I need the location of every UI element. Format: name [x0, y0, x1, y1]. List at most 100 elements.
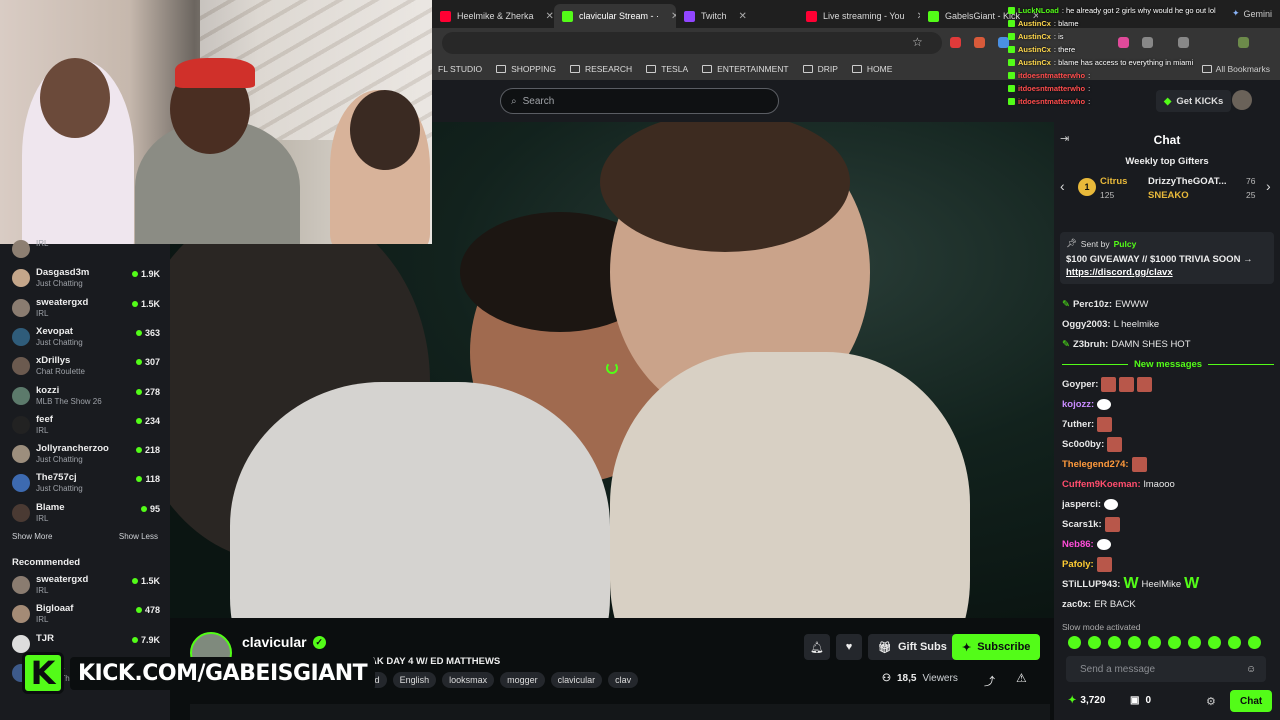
live-dot-icon: [135, 388, 142, 395]
chat-username[interactable]: Thelegend274:: [1062, 459, 1129, 470]
browser-tab[interactable]: clavicular Stream - · ✕: [554, 4, 676, 28]
bookmark-label: HOME: [866, 64, 893, 74]
emote-shortcut[interactable]: [1168, 636, 1181, 649]
stream-tag[interactable]: clav: [608, 672, 639, 688]
report-icon[interactable]: ⚠: [1016, 671, 1027, 685]
emote-shortcut[interactable]: [1128, 636, 1141, 649]
browser-tab[interactable]: Live streaming - You✕: [798, 4, 920, 28]
channel-avatar: [12, 327, 30, 346]
chat-send-button[interactable]: Chat: [1230, 690, 1273, 712]
notification-bell-button[interactable]: 🔔︎: [804, 634, 830, 660]
search-input[interactable]: ⌕ Search: [500, 88, 779, 114]
sidebar-channel[interactable]: Bigloaaf IRL 478: [12, 603, 160, 631]
overlay-chat-text: : there: [1053, 45, 1076, 54]
chat-username[interactable]: Pafoly:: [1062, 559, 1094, 570]
viewer-count: ⚇ 18,5 Viewers: [882, 673, 958, 684]
chat-message: Cuffem9Koeman: lmaooo: [1062, 474, 1274, 494]
emoji-picker-icon[interactable]: ☺: [1246, 664, 1256, 675]
emote-shortcut[interactable]: [1208, 636, 1221, 649]
channel-avatar: [12, 298, 30, 317]
chat-username[interactable]: zac0x:: [1062, 599, 1091, 610]
chevron-right-icon[interactable]: ›: [1266, 178, 1271, 194]
gifter-name[interactable]: DrizzyTheGOAT...: [1148, 176, 1226, 187]
bookmark-star-icon[interactable]: ☆: [912, 35, 923, 49]
emote-shortcut[interactable]: [1188, 636, 1201, 649]
chat-username[interactable]: Neb86:: [1062, 539, 1094, 550]
sidebar-channel[interactable]: Jollyrancherzoo Just Chatting 218: [12, 443, 160, 471]
sidebar-channel[interactable]: xDrillys Chat Roulette 307: [12, 355, 160, 383]
sidebar-channel[interactable]: kozzi MLB The Show 26 278: [12, 385, 160, 413]
chat-username[interactable]: kojozz:: [1062, 399, 1094, 410]
bookmark-label: SHOPPING: [511, 64, 556, 74]
channel-points[interactable]: ✦ 3,720: [1068, 695, 1105, 706]
chevron-left-icon[interactable]: ‹: [1060, 178, 1065, 194]
chat-username[interactable]: Perc10z:: [1073, 299, 1112, 310]
emote-shortcut[interactable]: [1228, 636, 1241, 649]
emote-shortcut[interactable]: [1248, 636, 1261, 649]
bookmark-folder[interactable]: ENTERTAINMENT: [702, 64, 789, 74]
sidebar-channel[interactable]: Xevopat Just Chatting 363: [12, 326, 160, 354]
show-less-button[interactable]: Show Less: [119, 532, 158, 541]
sidebar-channel[interactable]: sweatergxd IRL 1.5K: [12, 297, 160, 325]
sidebar-channel-category: IRL: [36, 513, 49, 523]
chat-username[interactable]: Oggy2003:: [1062, 319, 1111, 330]
stream-tag[interactable]: mogger: [500, 672, 545, 688]
close-icon[interactable]: ✕: [546, 11, 554, 22]
chat-username[interactable]: STiLLUP943:: [1062, 579, 1120, 590]
emote-shortcut[interactable]: [1108, 636, 1121, 649]
browser-tab[interactable]: Twitch ✕: [676, 4, 798, 28]
chat-username[interactable]: 7uther:: [1062, 419, 1094, 430]
drops-counter[interactable]: ▣ 0: [1130, 695, 1151, 706]
bookmark-folder[interactable]: DRIP: [802, 64, 838, 74]
browser-tab[interactable]: Heelmike & Zherka ✕: [432, 4, 554, 28]
chat-username[interactable]: jasperci:: [1062, 499, 1101, 510]
bookmark-folder[interactable]: HOME: [851, 64, 893, 74]
gear-icon[interactable]: ⚙: [1206, 695, 1216, 708]
sidebar-channel-name: feef: [36, 413, 53, 425]
emote-shortcut[interactable]: [1068, 636, 1081, 649]
sidebar-channel-name: sweatergxd: [36, 574, 89, 585]
bookmark-folder[interactable]: RESEARCH: [569, 64, 633, 74]
chat-username[interactable]: Goyper:: [1062, 379, 1098, 390]
chat-input[interactable]: Send a message: [1066, 656, 1266, 682]
gift-subs-button[interactable]: 🎁︎ Gift Subs: [868, 634, 957, 660]
follow-heart-button[interactable]: ♥: [836, 634, 862, 660]
bookmark-folder[interactable]: TESLA: [646, 64, 688, 74]
sidebar-channel[interactable]: feef IRL 234: [12, 414, 160, 442]
stream-tag[interactable]: looksmax: [442, 672, 495, 688]
channel-name[interactable]: clavicular ✓: [242, 634, 326, 650]
sidebar-channel[interactable]: The757cj Just Chatting 118: [12, 472, 160, 500]
sidebar-channel[interactable]: Blame IRL 95: [12, 502, 160, 530]
tab-favicon-icon: [928, 10, 939, 22]
chat-username[interactable]: Cuffem9Koeman:: [1062, 479, 1141, 490]
close-icon[interactable]: ✕: [739, 11, 747, 22]
bookmark-label: RESEARCH: [584, 64, 633, 74]
chat-emote: [1096, 556, 1112, 572]
gifter-name[interactable]: SNEAKO: [1148, 190, 1189, 201]
pinned-link[interactable]: https://discord.gg/clavx: [1066, 267, 1173, 278]
share-icon[interactable]: ⤴: [984, 673, 995, 689]
emote-shortcut[interactable]: [1088, 636, 1101, 649]
address-bar[interactable]: [442, 32, 942, 54]
sidebar-channel[interactable]: Dasgasd3m Just Chatting 1.9K: [12, 267, 160, 295]
speech-bubble-emote: [1096, 538, 1111, 550]
chat-username[interactable]: Z3bruh:: [1073, 339, 1108, 350]
stream-tag[interactable]: clavicular: [550, 672, 603, 688]
subscribe-button[interactable]: ✦ Subscribe: [952, 634, 1041, 660]
sidebar-channel[interactable]: IRL: [12, 238, 160, 266]
webcam-person-head: [40, 58, 110, 138]
folder-icon: [569, 65, 580, 73]
emote-shortcut[interactable]: [1148, 636, 1161, 649]
chat-username[interactable]: Scars1k:: [1062, 519, 1102, 530]
show-more-button[interactable]: Show More: [12, 532, 52, 541]
chat-username[interactable]: Sc0o0by:: [1062, 439, 1104, 450]
bookmark-folder[interactable]: SHOPPING: [496, 64, 556, 74]
extension-icon[interactable]: [950, 37, 961, 48]
sidebar-channel-text: Bigloaaf IRL: [36, 603, 136, 631]
stream-tag[interactable]: English: [392, 672, 437, 688]
bookmark-folder[interactable]: FL STUDIO: [438, 64, 482, 74]
gifter-name[interactable]: Citrus: [1100, 176, 1127, 187]
pinned-message[interactable]: 📌︎ Sent by Pulcy $100 GIVEAWAY // $1000 …: [1060, 232, 1274, 284]
sidebar-channel[interactable]: sweatergxd IRL 1.5K: [12, 574, 160, 602]
extension-icon[interactable]: [974, 37, 985, 48]
